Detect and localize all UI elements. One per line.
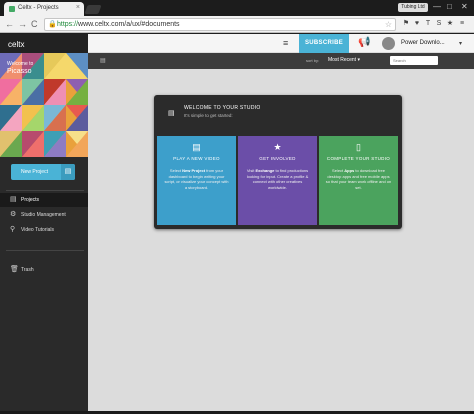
card-title: COMPLETE YOUR STUDIO (326, 156, 391, 161)
extension-t-icon[interactable]: T (424, 20, 432, 28)
projects-icon: ▤ (10, 196, 17, 203)
document-icon: ▤ (168, 110, 175, 117)
gear-icon: ⚙ (10, 211, 17, 218)
address-bar[interactable]: 🔒 https://www.celtx.com/a/ux/#documents … (44, 18, 396, 31)
card-title: PLAY A NEW VIDEO (173, 156, 220, 161)
trash-icon: 🗑 (10, 266, 19, 273)
phone-icon: ▯ (356, 142, 361, 152)
sidebar-item-projects[interactable]: ▤ Projects (0, 193, 88, 207)
card-description: Visit Exchange to find productions looki… (246, 168, 309, 190)
welcome-line: Welcome to (7, 61, 34, 67)
document-icon: ▤ (192, 142, 201, 152)
app-header: ≡ SUBSCRIBE 📢 Power Downlo... ▾ (88, 34, 474, 53)
forward-icon[interactable]: → (18, 19, 27, 29)
lock-icon: 🔒 (48, 21, 57, 28)
welcome-name: Picasso (7, 68, 32, 75)
sort-dropdown[interactable]: Most Recent ▾ (328, 57, 360, 63)
card-description: Select New Project from your dashboard t… (164, 168, 229, 190)
card-get-involved[interactable]: ★ GET INVOLVED Visit Exchange to find pr… (238, 136, 317, 225)
browser-user-badge[interactable]: Tubing Ltd (398, 3, 428, 12)
welcome-studio-panel: ▤ WELCOME TO YOUR STUDIO It's simple to … (154, 95, 402, 229)
main-content: ▤ WELCOME TO YOUR STUDIO It's simple to … (88, 69, 474, 411)
new-project-button[interactable]: New Project ▤ (11, 164, 75, 180)
welcome-text: Welcome to Picasso (7, 60, 33, 76)
new-tab-button[interactable] (84, 5, 102, 14)
sidebar-item-trash[interactable]: 🗑 Trash (0, 263, 88, 277)
search-input[interactable] (390, 56, 438, 65)
hamburger-menu-icon[interactable]: ≡ (283, 38, 288, 48)
card-description: Select Apps to download free desktop app… (325, 168, 392, 190)
profile-banner: Welcome to Picasso (0, 53, 88, 157)
card-complete-studio[interactable]: ▯ COMPLETE YOUR STUDIO Select Apps to do… (319, 136, 398, 225)
sidebar-item-label: Projects (21, 197, 40, 203)
minimize-icon[interactable]: — (433, 2, 441, 11)
reload-icon[interactable]: C (31, 19, 38, 29)
maximize-icon[interactable]: □ (447, 2, 452, 11)
sidebar-divider (6, 190, 84, 191)
sidebar: celtx Welcome to Picasso New Project ▤ ▤… (0, 34, 88, 411)
view-toggle-icon[interactable]: ▤ (100, 57, 106, 64)
card-title: GET INVOLVED (259, 156, 296, 161)
browser-toolbar: ← → C 🔒 https://www.celtx.com/a/ux/#docu… (0, 16, 474, 33)
browser-window: Celtx - Projects × Tubing Ltd — □ ✕ ← → … (0, 0, 474, 414)
extension-heart-icon[interactable]: ♥ (413, 20, 421, 28)
tab-title: Celtx - Projects (18, 5, 59, 11)
sidebar-divider (6, 250, 84, 251)
filter-bar: ▤ sort by: Most Recent ▾ (88, 53, 474, 69)
extension-star-icon[interactable]: ★ (446, 20, 454, 28)
browser-tab[interactable]: Celtx - Projects × (4, 2, 84, 16)
sidebar-item-studio-management[interactable]: ⚙ Studio Management (0, 208, 88, 222)
extension-flag-icon[interactable]: ⚑ (402, 20, 410, 28)
tab-strip: Celtx - Projects × Tubing Ltd — □ ✕ (0, 0, 474, 16)
celtx-logo[interactable]: celtx (0, 34, 88, 53)
subscribe-button[interactable]: SUBSCRIBE (299, 34, 349, 53)
sidebar-item-label: Video Tutorials (21, 227, 54, 233)
avatar[interactable] (382, 37, 395, 50)
url-protocol: https:// (57, 21, 79, 28)
user-menu-name[interactable]: Power Downlo... (401, 40, 445, 46)
pin-icon: ⚲ (10, 226, 16, 233)
sidebar-item-label: Studio Management (21, 212, 66, 218)
new-project-label: New Project (21, 169, 48, 175)
url-path: www.celtx.com/a/ux/#documents (78, 21, 180, 28)
close-window-icon[interactable]: ✕ (461, 2, 468, 11)
browser-menu-icon[interactable]: ≡ (458, 20, 466, 28)
bookmark-star-icon[interactable]: ☆ (385, 19, 392, 30)
announcements-icon[interactable]: 📢 (358, 37, 370, 48)
studio-title: WELCOME TO YOUR STUDIO (184, 105, 261, 111)
studio-subtitle: It's simple to get started: (184, 113, 233, 118)
sidebar-item-video-tutorials[interactable]: ⚲ Video Tutorials (0, 223, 88, 237)
favicon-icon (9, 6, 15, 12)
sort-by-label: sort by: (306, 58, 320, 63)
document-icon: ▤ (61, 164, 75, 180)
extension-s-icon[interactable]: S (435, 20, 443, 28)
star-icon: ★ (273, 142, 282, 152)
chevron-down-icon[interactable]: ▾ (459, 40, 462, 47)
sidebar-item-label: Trash (21, 267, 34, 273)
tab-close-icon[interactable]: × (76, 4, 80, 11)
card-new-video[interactable]: ▤ PLAY A NEW VIDEO Select New Project fr… (157, 136, 236, 225)
back-icon[interactable]: ← (5, 19, 14, 29)
